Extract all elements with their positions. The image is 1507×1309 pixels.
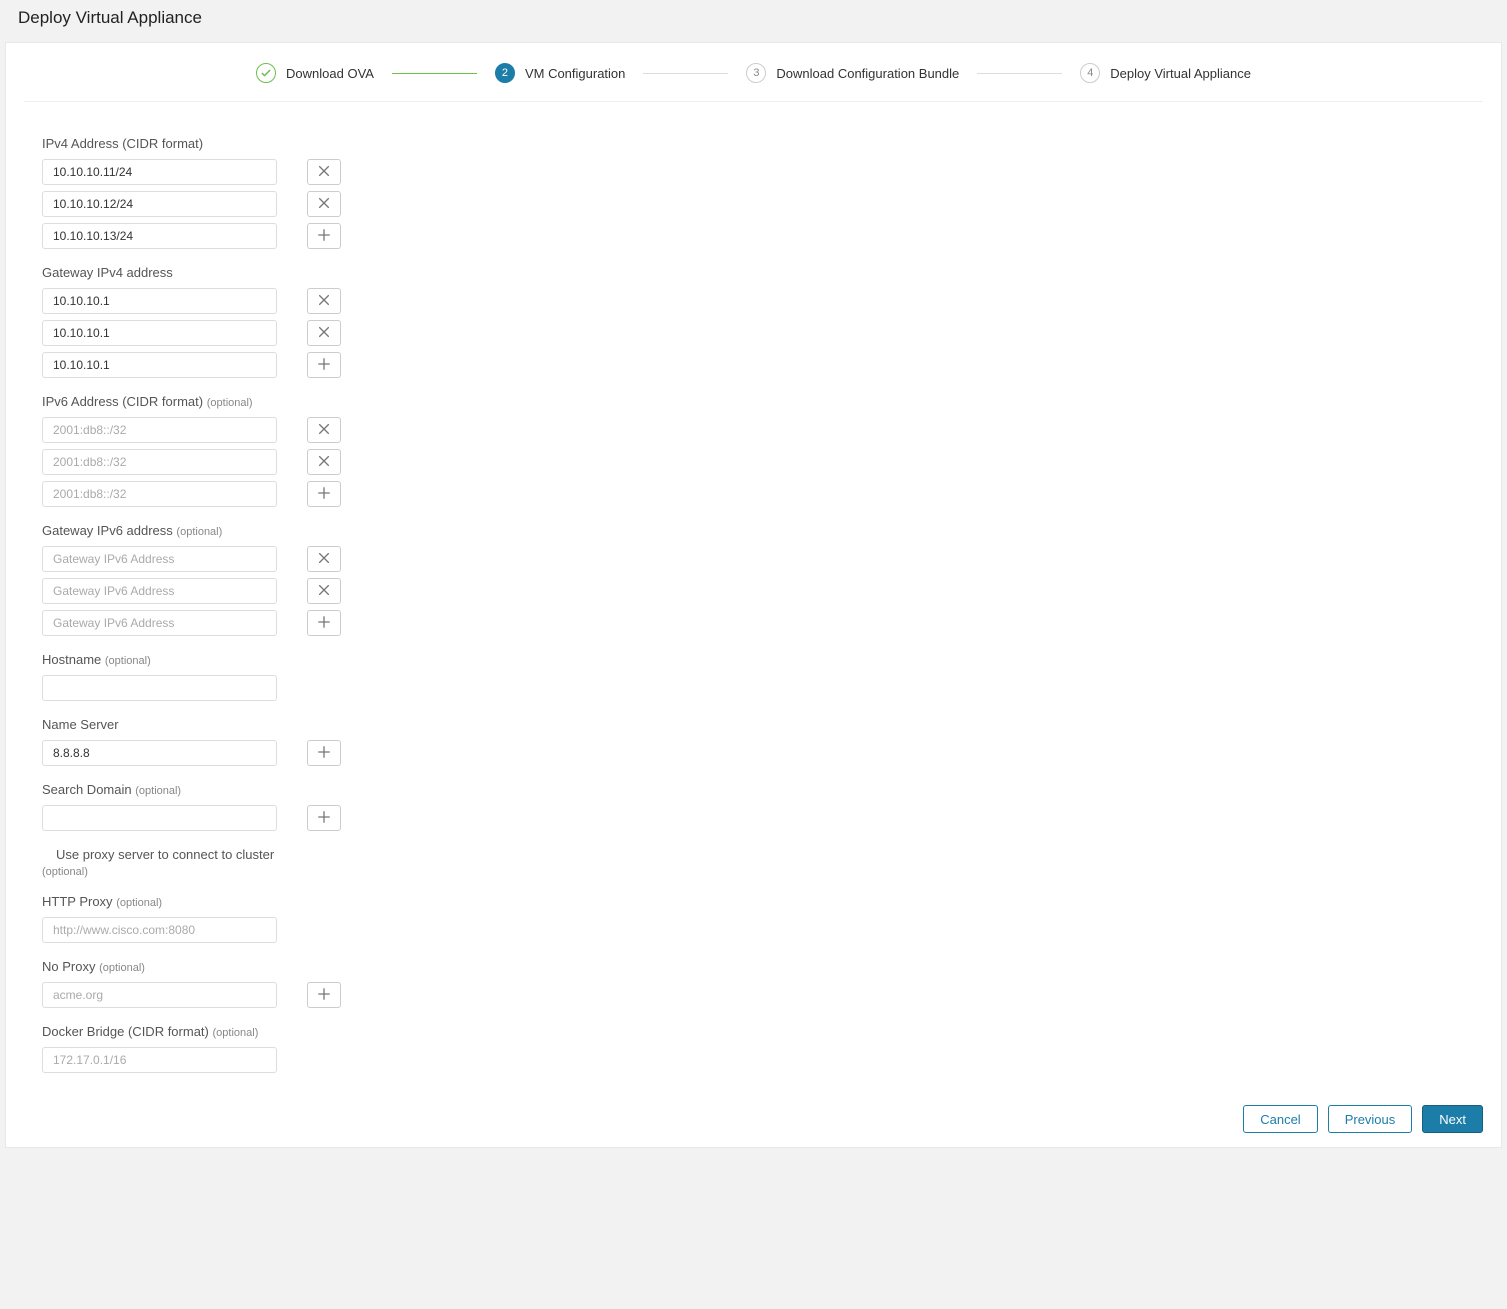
nameserver-input[interactable] (42, 740, 277, 766)
step-connector (392, 73, 477, 74)
x-icon (317, 325, 331, 342)
no-proxy-input[interactable] (42, 982, 277, 1008)
add-button[interactable] (307, 610, 341, 636)
http-proxy-label: HTTP Proxy (optional) (42, 894, 1465, 909)
search-domain-group: Search Domain (optional) (42, 782, 1465, 831)
remove-button[interactable] (307, 417, 341, 443)
previous-button[interactable]: Previous (1328, 1105, 1413, 1133)
add-button[interactable] (307, 982, 341, 1008)
gateway-ipv4-input-1[interactable] (42, 288, 277, 314)
remove-button[interactable] (307, 320, 341, 346)
remove-button[interactable] (307, 288, 341, 314)
gateway-ipv6-label: Gateway IPv6 address (optional) (42, 523, 1465, 538)
x-icon (317, 196, 331, 213)
gateway-ipv6-input-1[interactable] (42, 546, 277, 572)
x-icon (317, 454, 331, 471)
ipv4-label: IPv4 Address (CIDR format) (42, 136, 1465, 151)
x-icon (317, 422, 331, 439)
use-proxy-label: Use proxy server to connect to cluster (56, 847, 274, 862)
step-number-icon: 3 (746, 63, 766, 83)
wizard-footer: Cancel Previous Next (6, 1099, 1501, 1133)
docker-bridge-label: Docker Bridge (CIDR format) (optional) (42, 1024, 1465, 1039)
add-button[interactable] (307, 481, 341, 507)
gateway-ipv4-input-3[interactable] (42, 352, 277, 378)
step-deploy[interactable]: 4 Deploy Virtual Appliance (1080, 63, 1251, 83)
x-icon (317, 551, 331, 568)
remove-button[interactable] (307, 546, 341, 572)
plus-icon (317, 615, 331, 632)
nameserver-group: Name Server (42, 717, 1465, 766)
plus-icon (317, 357, 331, 374)
x-icon (317, 164, 331, 181)
add-button[interactable] (307, 223, 341, 249)
http-proxy-input[interactable] (42, 917, 277, 943)
no-proxy-label: No Proxy (optional) (42, 959, 1465, 974)
ipv6-label: IPv6 Address (CIDR format) (optional) (42, 394, 1465, 409)
remove-button[interactable] (307, 578, 341, 604)
gateway-ipv4-input-2[interactable] (42, 320, 277, 346)
no-proxy-group: No Proxy (optional) (42, 959, 1465, 1008)
step-vm-configuration[interactable]: 2 VM Configuration (495, 63, 625, 83)
add-button[interactable] (307, 740, 341, 766)
plus-icon (317, 810, 331, 827)
plus-icon (317, 745, 331, 762)
ipv4-input-1[interactable] (42, 159, 277, 185)
proxy-toggle-group: Use proxy server to connect to cluster (… (42, 847, 1465, 878)
cancel-button[interactable]: Cancel (1243, 1105, 1317, 1133)
docker-bridge-group: Docker Bridge (CIDR format) (optional) (42, 1024, 1465, 1073)
ipv4-group: IPv4 Address (CIDR format) (42, 136, 1465, 249)
nameserver-label: Name Server (42, 717, 1465, 732)
remove-button[interactable] (307, 191, 341, 217)
use-proxy-optional: (optional) (42, 866, 1465, 878)
ipv4-input-3[interactable] (42, 223, 277, 249)
checkmark-icon (256, 63, 276, 83)
gateway-ipv6-input-3[interactable] (42, 610, 277, 636)
step-number-icon: 2 (495, 63, 515, 83)
form-body: IPv4 Address (CIDR format) Gateway IPv4 … (6, 102, 1501, 1099)
ipv6-input-3[interactable] (42, 481, 277, 507)
stepper: Download OVA 2 VM Configuration 3 Downlo… (24, 43, 1483, 102)
hostname-group: Hostname (optional) (42, 652, 1465, 701)
page-title: Deploy Virtual Appliance (0, 0, 1507, 38)
ipv6-input-1[interactable] (42, 417, 277, 443)
plus-icon (317, 228, 331, 245)
ipv6-group: IPv6 Address (CIDR format) (optional) (42, 394, 1465, 507)
step-connector (643, 73, 728, 74)
step-connector (977, 73, 1062, 74)
step-label: Download OVA (286, 66, 374, 81)
ipv6-input-2[interactable] (42, 449, 277, 475)
step-label: VM Configuration (525, 66, 625, 81)
step-label: Download Configuration Bundle (776, 66, 959, 81)
hostname-label: Hostname (optional) (42, 652, 1465, 667)
gateway-ipv4-group: Gateway IPv4 address (42, 265, 1465, 378)
docker-bridge-input[interactable] (42, 1047, 277, 1073)
gateway-ipv4-label: Gateway IPv4 address (42, 265, 1465, 280)
next-button[interactable]: Next (1422, 1105, 1483, 1133)
step-download-bundle[interactable]: 3 Download Configuration Bundle (746, 63, 959, 83)
search-domain-input[interactable] (42, 805, 277, 831)
step-download-ova[interactable]: Download OVA (256, 63, 374, 83)
add-button[interactable] (307, 352, 341, 378)
remove-button[interactable] (307, 449, 341, 475)
wizard-panel: Download OVA 2 VM Configuration 3 Downlo… (5, 42, 1502, 1148)
remove-button[interactable] (307, 159, 341, 185)
plus-icon (317, 987, 331, 1004)
plus-icon (317, 486, 331, 503)
step-number-icon: 4 (1080, 63, 1100, 83)
x-icon (317, 583, 331, 600)
gateway-ipv6-input-2[interactable] (42, 578, 277, 604)
http-proxy-group: HTTP Proxy (optional) (42, 894, 1465, 943)
add-button[interactable] (307, 805, 341, 831)
x-icon (317, 293, 331, 310)
ipv4-input-2[interactable] (42, 191, 277, 217)
search-domain-label: Search Domain (optional) (42, 782, 1465, 797)
gateway-ipv6-group: Gateway IPv6 address (optional) (42, 523, 1465, 636)
step-label: Deploy Virtual Appliance (1110, 66, 1251, 81)
hostname-input[interactable] (42, 675, 277, 701)
